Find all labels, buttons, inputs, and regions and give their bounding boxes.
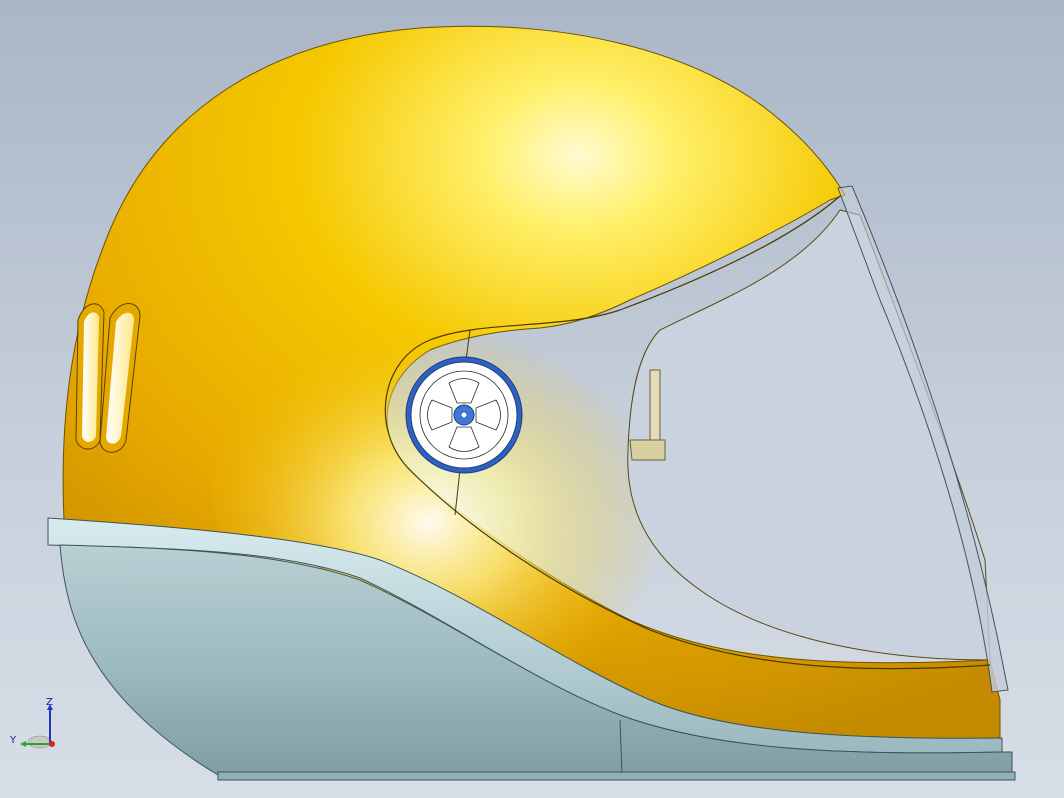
z-axis-label: Z [46,697,53,708]
interior-bracket [629,439,666,461]
reference-triad: Z Y [8,696,64,756]
y-axis-label: Y [10,735,17,746]
visor-pivot[interactable] [405,356,523,474]
graphics-viewport[interactable]: Z Y [0,0,1064,798]
helmet-model[interactable] [0,0,1064,798]
base-plate [217,771,1016,781]
origin-icon [49,741,55,747]
triad-graphic [20,704,55,749]
